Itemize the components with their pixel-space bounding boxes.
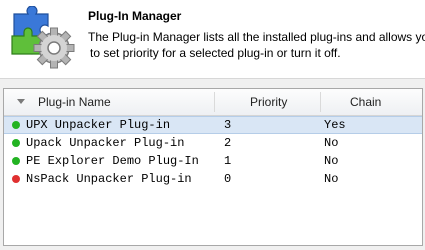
plugin-chain: No (324, 154, 339, 168)
column-header-name[interactable]: Plug-in Name (38, 89, 111, 115)
plugin-row[interactable]: Upack Unpacker Plug-in 2 No (4, 134, 422, 152)
column-divider[interactable] (320, 92, 321, 112)
plugin-chain: No (324, 172, 339, 186)
plugin-row[interactable]: NsPack Unpacker Plug-in 0 No (4, 170, 422, 188)
plugin-name: Upack Unpacker Plug-in (26, 136, 185, 150)
status-dot-icon (12, 175, 20, 183)
plugin-chain: Yes (324, 118, 346, 132)
plugin-priority: 1 (224, 154, 232, 168)
description-line-2: to set priority for a selected plug-in o… (90, 46, 341, 60)
plugin-row[interactable]: PE Explorer Demo Plug-In 1 No (4, 152, 422, 170)
plugin-chain: No (324, 136, 339, 150)
description-line-1: The Plug-in Manager lists all the instal… (88, 30, 425, 44)
plugin-gear-icon (11, 6, 75, 69)
plugin-name: NsPack Unpacker Plug-in (26, 172, 192, 186)
plugin-list[interactable]: Plug-in Name Priority Chain UPX Unpacker… (3, 88, 423, 246)
dialog-description: The Plug-in Manager lists all the instal… (88, 29, 425, 61)
plugin-priority: 3 (224, 118, 232, 132)
plugin-priority: 0 (224, 172, 232, 186)
column-header-chain[interactable]: Chain (350, 89, 381, 115)
plugin-name: PE Explorer Demo Plug-In (26, 154, 199, 168)
status-dot-icon (12, 157, 20, 165)
column-header-bar: Plug-in Name Priority Chain (4, 89, 422, 116)
dialog-title: Plug-In Manager (88, 9, 182, 23)
dialog-header: Plug-In Manager The Plug-in Manager list… (0, 0, 425, 79)
plugin-row[interactable]: UPX Unpacker Plug-in 3 Yes (4, 116, 422, 134)
status-dot-icon (12, 121, 20, 129)
status-dot-icon (12, 139, 20, 147)
plugin-priority: 2 (224, 136, 232, 150)
column-divider[interactable] (214, 92, 215, 112)
column-header-priority[interactable]: Priority (250, 89, 287, 115)
plugin-name: UPX Unpacker Plug-in (26, 118, 171, 132)
sort-arrow-icon[interactable] (17, 99, 25, 104)
